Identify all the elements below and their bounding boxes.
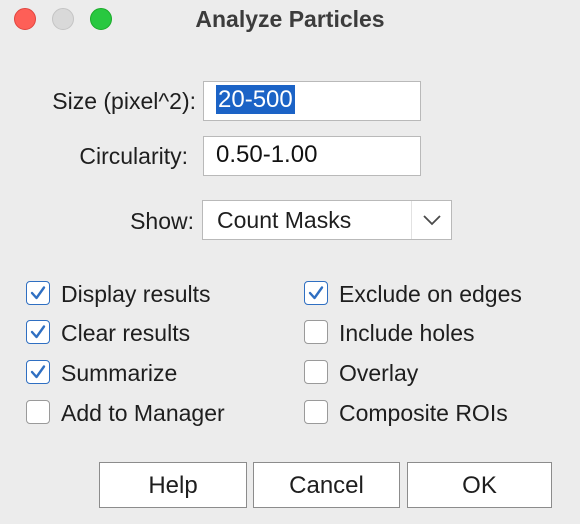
select-divider bbox=[411, 201, 412, 239]
checkbox-checked-icon bbox=[304, 281, 328, 305]
checkbox-unchecked-icon bbox=[304, 360, 328, 384]
help-button[interactable]: Help bbox=[99, 462, 247, 508]
checkbox-label: Composite ROIs bbox=[339, 400, 508, 426]
checkbox-label: Exclude on edges bbox=[339, 281, 522, 307]
chevron-down-icon bbox=[423, 215, 441, 226]
ok-button[interactable]: OK bbox=[407, 462, 552, 508]
cancel-button[interactable]: Cancel bbox=[253, 462, 400, 508]
checkbox-checked-icon bbox=[26, 281, 50, 305]
checkbox-label: Clear results bbox=[61, 320, 191, 346]
circularity-input-value: 0.50-1.00 bbox=[216, 141, 318, 168]
checkbox-label: Add to Manager bbox=[61, 400, 225, 426]
checkbox-unchecked-icon bbox=[304, 400, 328, 424]
checkbox-unchecked-icon bbox=[304, 320, 328, 344]
show-select-value: Count Masks bbox=[217, 207, 352, 233]
checkbox-unchecked-icon bbox=[26, 400, 50, 424]
show-select[interactable]: Count Masks bbox=[202, 200, 452, 240]
size-input[interactable]: 20-500 bbox=[203, 81, 421, 121]
checkbox-label: Overlay bbox=[339, 360, 419, 386]
size-input-value: 20-500 bbox=[216, 85, 295, 114]
checkbox-checked-icon bbox=[26, 320, 50, 344]
title-bar: Analyze Particles bbox=[0, 0, 580, 38]
circularity-label: Circularity: bbox=[79, 143, 188, 169]
checkbox-label: Display results bbox=[61, 281, 211, 307]
checkbox-checked-icon bbox=[26, 360, 50, 384]
size-label: Size (pixel^2): bbox=[52, 88, 196, 114]
circularity-input[interactable]: 0.50-1.00 bbox=[203, 136, 421, 176]
checkbox-label: Include holes bbox=[339, 320, 475, 346]
analyze-particles-dialog: Analyze Particles Size (pixel^2): 20-500… bbox=[0, 0, 580, 524]
checkbox-label: Summarize bbox=[61, 360, 178, 386]
window-title: Analyze Particles bbox=[195, 6, 385, 32]
show-label: Show: bbox=[130, 208, 194, 234]
